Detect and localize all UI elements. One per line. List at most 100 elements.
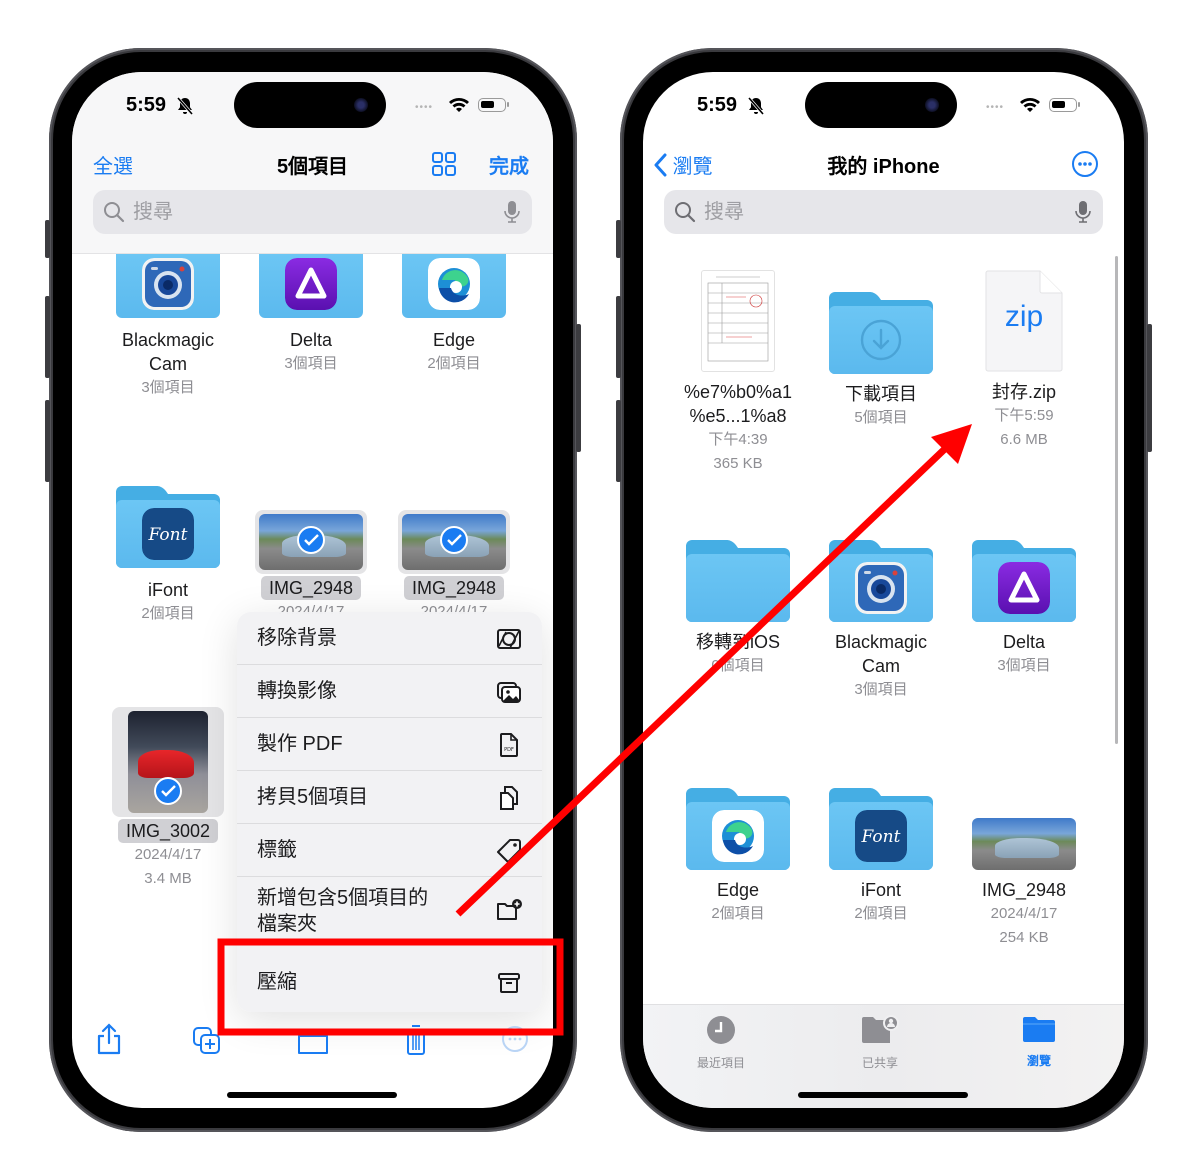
folder-item[interactable]: Font iFont 2個項目: [103, 486, 233, 626]
clock-icon: [707, 1016, 735, 1044]
files-select-screen: 5:59 •••• 全選 5個項目 完成 Blackmagic Cam: [72, 72, 553, 1108]
document-thumbnail: [701, 270, 775, 372]
power-button: [1147, 324, 1152, 452]
search-input[interactable]: [133, 196, 473, 228]
item-name: Delta: [289, 330, 333, 350]
item-meta: 5個項目: [854, 409, 908, 426]
menu-item-copy[interactable]: 拷貝5個項目: [237, 771, 542, 824]
folder-item[interactable]: Blackmagic Cam 3個項目: [103, 254, 233, 400]
item-name: 移轉到iOS: [695, 632, 780, 652]
folder-item[interactable]: Blackmagic Cam 3個項目: [816, 540, 946, 702]
menu-item-label: 轉換影像: [257, 680, 337, 702]
menu-item-convert-image[interactable]: 轉換影像: [237, 665, 542, 718]
item-name: Edge: [716, 880, 760, 900]
power-button: [576, 324, 581, 452]
nav-bar: 瀏覽 我的 iPhone: [643, 144, 1124, 184]
folder-icon: [972, 540, 1076, 622]
dynamic-island: [234, 82, 386, 128]
folder-item-downloads[interactable]: 下載項目 5個項目: [816, 292, 946, 430]
shared-folder-icon: [862, 1015, 899, 1043]
status-time: 5:59: [697, 94, 738, 116]
more-icon[interactable]: [500, 1022, 530, 1056]
wifi-icon: [1020, 98, 1040, 112]
item-time: 下午4:39: [708, 431, 768, 448]
trash-icon[interactable]: [401, 1022, 431, 1056]
menu-item-create-pdf[interactable]: 製作 PDF PDF: [237, 718, 542, 771]
microphone-icon[interactable]: [504, 200, 520, 224]
search-bar[interactable]: [664, 190, 1103, 234]
folder-icon: [829, 540, 933, 622]
image-item-selected[interactable]: IMG_2948 2024/4/17: [389, 510, 519, 614]
tab-shared[interactable]: 已共享: [835, 1015, 925, 1071]
item-name: IMG_2948: [260, 576, 362, 600]
zip-file-icon: zip: [985, 270, 1063, 372]
folder-item[interactable]: 移轉到iOS 0個項目: [673, 540, 803, 678]
menu-item-label: 標籤: [257, 839, 297, 861]
item-size: 6.6 MB: [1000, 431, 1048, 448]
edge-app-icon: [428, 258, 480, 310]
image-item-selected[interactable]: IMG_2948 2024/4/17: [246, 510, 376, 614]
svg-text:Font: Font: [148, 525, 188, 545]
zip-badge: zip: [1004, 300, 1044, 333]
menu-item-label: 壓縮: [257, 971, 297, 993]
item-name-line2: Cam: [148, 354, 187, 374]
search-icon: [675, 202, 696, 223]
zip-file-item[interactable]: zip 封存.zip 下午5:59 6.6 MB: [959, 270, 1089, 452]
search-bar[interactable]: [93, 190, 532, 234]
done-button[interactable]: 完成: [489, 150, 529, 179]
menu-item-label: 移除背景: [257, 627, 337, 649]
more-options-icon[interactable]: [1071, 150, 1099, 178]
selected-checkmark-icon: [297, 526, 325, 554]
folder-item[interactable]: Delta 3個項目: [246, 254, 376, 376]
item-name: IMG_3002: [117, 819, 219, 843]
folder-item[interactable]: Edge 2個項目: [673, 788, 803, 926]
menu-item-new-folder-with-items[interactable]: 新增包含5個項目的 檔案夾: [237, 877, 542, 943]
volume-down-button: [45, 400, 50, 482]
item-date: 2024/4/17: [990, 905, 1058, 922]
folder-icon: [686, 540, 790, 622]
search-icon: [104, 202, 125, 223]
folder-item[interactable]: Font iFont 2個項目: [816, 788, 946, 926]
menu-item-tags[interactable]: 標籤: [237, 824, 542, 877]
item-date: 2024/4/17: [134, 846, 202, 863]
page-title: 5個項目: [276, 156, 349, 178]
document-item[interactable]: %e7%b0%a1 %e5...1%a8 下午4:39 365 KB: [673, 270, 803, 476]
browse-folder-icon: [1023, 1017, 1055, 1042]
action-button: [616, 220, 621, 258]
grid-view-icon[interactable]: [431, 151, 457, 177]
image-item[interactable]: IMG_2948 2024/4/17 254 KB: [959, 818, 1089, 950]
tab-browse[interactable]: 瀏覽: [994, 1015, 1084, 1069]
share-icon[interactable]: [94, 1022, 124, 1056]
folder-move-icon[interactable]: [298, 1022, 328, 1056]
home-indicator: [798, 1092, 968, 1098]
selected-checkmark-icon: [440, 526, 468, 554]
tab-recents[interactable]: 最近項目: [676, 1015, 766, 1071]
folder-icon: [259, 254, 363, 318]
microphone-icon[interactable]: [1075, 200, 1091, 224]
volume-up-button: [45, 296, 50, 378]
item-size: 365 KB: [713, 455, 763, 472]
phone-left: 5:59 •••• 全選 5個項目 完成 Blackmagic Cam: [45, 48, 581, 1132]
signal-dots: ••••: [415, 102, 434, 113]
folder-item[interactable]: Edge 2個項目: [389, 254, 519, 376]
battery-icon: [1049, 98, 1080, 112]
search-input[interactable]: [704, 196, 1044, 228]
item-name: IMG_2948: [981, 880, 1067, 900]
home-indicator: [227, 1092, 397, 1098]
silent-bell-icon: [747, 97, 765, 115]
bottom-toolbar: [72, 1022, 553, 1062]
tab-label: 最近項目: [696, 1056, 745, 1070]
scrollbar[interactable]: [1115, 256, 1118, 744]
tab-label: 已共享: [861, 1056, 898, 1070]
new-folder-icon: [497, 899, 522, 920]
image-item-selected[interactable]: IMG_3002 2024/4/17 3.4 MB: [103, 707, 233, 891]
item-meta: 2個項目: [141, 605, 195, 622]
ifont-app-icon: Font: [142, 508, 194, 560]
menu-item-label: 製作 PDF: [257, 733, 343, 755]
menu-item-remove-background[interactable]: 移除背景: [237, 612, 542, 665]
duplicate-icon[interactable]: [192, 1022, 222, 1056]
action-button: [45, 220, 50, 258]
folder-item[interactable]: Delta 3個項目: [959, 540, 1089, 678]
menu-item-compress[interactable]: 壓縮: [237, 956, 542, 1009]
item-name: iFont: [860, 880, 902, 900]
